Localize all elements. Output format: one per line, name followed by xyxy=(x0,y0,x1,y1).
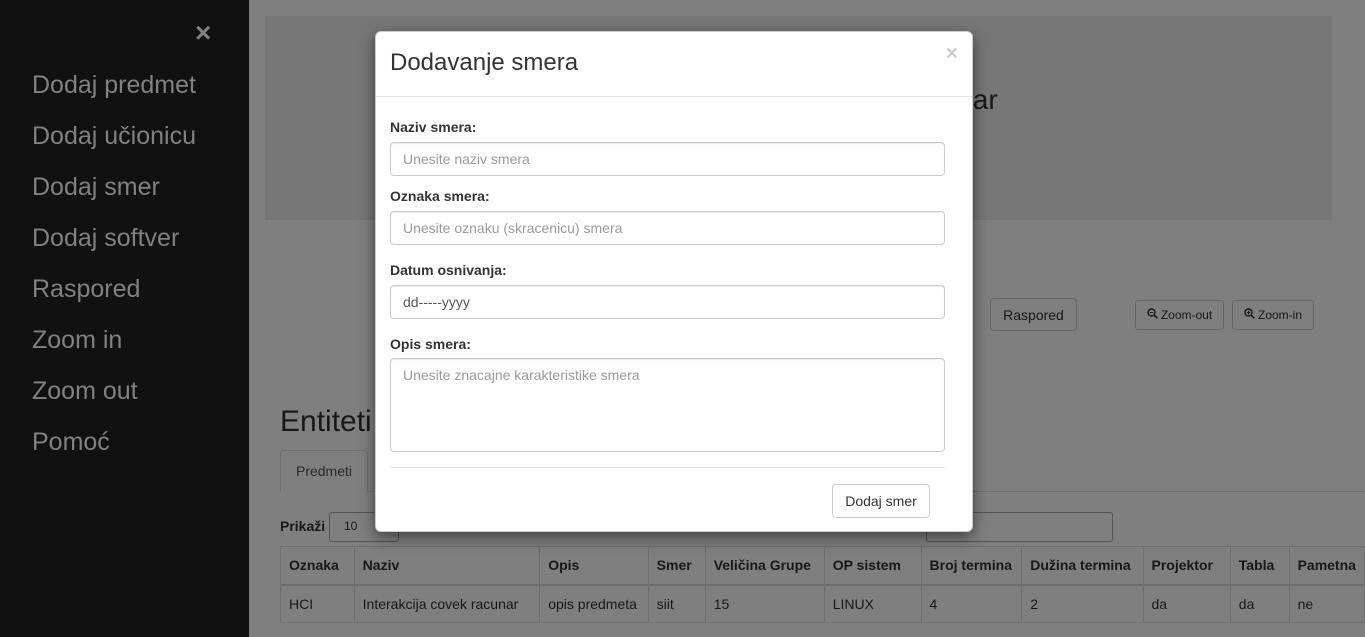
side-navigation: × Dodaj predmet Dodaj učionicu Dodaj sme… xyxy=(0,0,249,637)
modal-close-icon[interactable]: × xyxy=(946,43,958,64)
sidenav-item-raspored[interactable]: Raspored xyxy=(32,274,140,304)
naziv-input[interactable] xyxy=(390,142,945,176)
sidenav-item-dodaj-ucionicu[interactable]: Dodaj učionicu xyxy=(32,121,196,151)
oznaka-input[interactable] xyxy=(390,211,945,245)
sidenav-item-zoom-in[interactable]: Zoom in xyxy=(32,325,122,355)
add-major-modal: Dodavanje smera × Naziv smera: Oznaka sm… xyxy=(375,31,973,532)
modal-footer-divider xyxy=(390,467,945,468)
modal-header: Dodavanje smera × xyxy=(376,32,972,97)
dodaj-smer-button[interactable]: Dodaj smer xyxy=(832,484,930,518)
oznaka-label: Oznaka smera: xyxy=(390,188,490,204)
sidenav-item-dodaj-smer[interactable]: Dodaj smer xyxy=(32,172,160,202)
modal-title: Dodavanje smera xyxy=(390,49,579,76)
close-icon[interactable]: × xyxy=(195,18,211,48)
sidenav-item-dodaj-softver[interactable]: Dodaj softver xyxy=(32,223,179,253)
opis-textarea[interactable] xyxy=(390,358,945,452)
sidenav-item-pomoc[interactable]: Pomoć xyxy=(32,427,110,457)
sidenav-item-dodaj-predmet[interactable]: Dodaj predmet xyxy=(32,70,196,100)
opis-label: Opis smera: xyxy=(390,336,471,352)
naziv-label: Naziv smera: xyxy=(390,119,477,135)
datum-input[interactable]: dd-----yyyy xyxy=(390,285,945,319)
sidenav-item-zoom-out[interactable]: Zoom out xyxy=(32,376,138,406)
datum-label: Datum osnivanja: xyxy=(390,262,507,278)
